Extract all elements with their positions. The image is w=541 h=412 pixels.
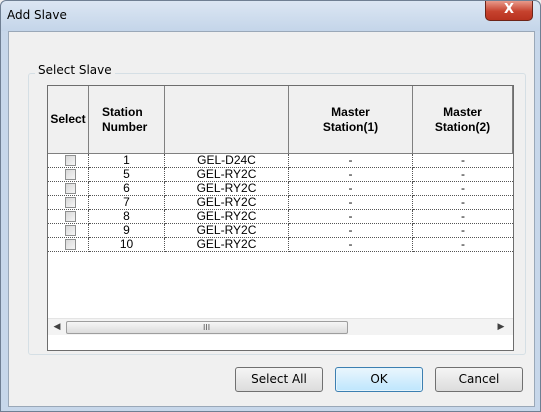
select-checkbox[interactable] — [65, 155, 76, 166]
station-number-cell: 6 — [89, 182, 165, 196]
station-number-cell: 5 — [89, 168, 165, 182]
table-row[interactable]: 6 GEL-RY2C - - — [48, 182, 513, 196]
column-header-select[interactable]: Select — [48, 86, 89, 154]
model-cell: GEL-RY2C — [165, 196, 289, 210]
model-cell: GEL-RY2C — [165, 224, 289, 238]
scrollbar-thumb[interactable]: III — [66, 321, 348, 334]
master-station-1-cell: - — [289, 210, 413, 224]
scroll-right-icon[interactable]: ▶ — [494, 321, 508, 334]
select-checkbox[interactable] — [65, 239, 76, 250]
master-station-2-cell: - — [413, 154, 513, 168]
select-checkbox[interactable] — [65, 197, 76, 208]
close-icon: X — [503, 2, 515, 17]
master-station-1-cell: - — [289, 168, 413, 182]
column-header-master-station-1[interactable]: Master Station(1) — [289, 86, 413, 154]
column-header-model[interactable] — [165, 86, 289, 154]
table-row[interactable]: 7 GEL-RY2C - - — [48, 196, 513, 210]
horizontal-scrollbar[interactable]: ◀ III ▶ — [48, 318, 513, 335]
select-checkbox[interactable] — [65, 211, 76, 222]
window-title: Add Slave — [7, 8, 67, 22]
select-checkbox[interactable] — [65, 183, 76, 194]
select-cell[interactable] — [48, 168, 89, 182]
table-row[interactable]: 5 GEL-RY2C - - — [48, 168, 513, 182]
column-header-station-number[interactable]: Station Number — [89, 86, 165, 154]
model-cell: GEL-D24C — [165, 154, 289, 168]
table-row[interactable]: 8 GEL-RY2C - - — [48, 210, 513, 224]
select-all-button[interactable]: Select All — [235, 367, 323, 392]
slave-grid[interactable]: Select Station Number Master Station(1) … — [47, 85, 514, 351]
column-header-master-station-2[interactable]: Master Station(2) — [413, 86, 513, 154]
cancel-button[interactable]: Cancel — [435, 367, 523, 392]
master-station-2-cell: - — [413, 168, 513, 182]
table-row[interactable]: 10 GEL-RY2C - - — [48, 238, 513, 252]
master-station-1-cell: - — [289, 238, 413, 252]
title-bar[interactable]: Add Slave X — [1, 1, 540, 31]
master-station-1-cell: - — [289, 154, 413, 168]
table-row[interactable]: 1 GEL-D24C - - — [48, 154, 513, 168]
model-cell: GEL-RY2C — [165, 238, 289, 252]
master-station-2-cell: - — [413, 238, 513, 252]
select-cell[interactable] — [48, 196, 89, 210]
select-cell[interactable] — [48, 224, 89, 238]
master-station-1-cell: - — [289, 182, 413, 196]
master-station-2-cell: - — [413, 224, 513, 238]
select-cell[interactable] — [48, 210, 89, 224]
model-cell: GEL-RY2C — [165, 210, 289, 224]
model-cell: GEL-RY2C — [165, 182, 289, 196]
station-number-cell: 7 — [89, 196, 165, 210]
model-cell: GEL-RY2C — [165, 168, 289, 182]
station-number-cell: 1 — [89, 154, 165, 168]
station-number-cell: 8 — [89, 210, 165, 224]
table-row[interactable]: 9 GEL-RY2C - - — [48, 224, 513, 238]
master-station-2-cell: - — [413, 182, 513, 196]
select-cell[interactable] — [48, 182, 89, 196]
station-number-cell: 10 — [89, 238, 165, 252]
master-station-1-cell: - — [289, 196, 413, 210]
scrollbar-grip-icon: III — [203, 323, 211, 332]
select-cell[interactable] — [48, 238, 89, 252]
select-cell[interactable] — [48, 154, 89, 168]
master-station-2-cell: - — [413, 210, 513, 224]
select-checkbox[interactable] — [65, 169, 76, 180]
master-station-2-cell: - — [413, 196, 513, 210]
group-label: Select Slave — [35, 63, 115, 77]
ok-button[interactable]: OK — [335, 367, 423, 392]
master-station-1-cell: - — [289, 224, 413, 238]
select-checkbox[interactable] — [65, 225, 76, 236]
close-button[interactable]: X — [485, 1, 533, 21]
station-number-cell: 9 — [89, 224, 165, 238]
scroll-left-icon[interactable]: ◀ — [50, 321, 64, 334]
